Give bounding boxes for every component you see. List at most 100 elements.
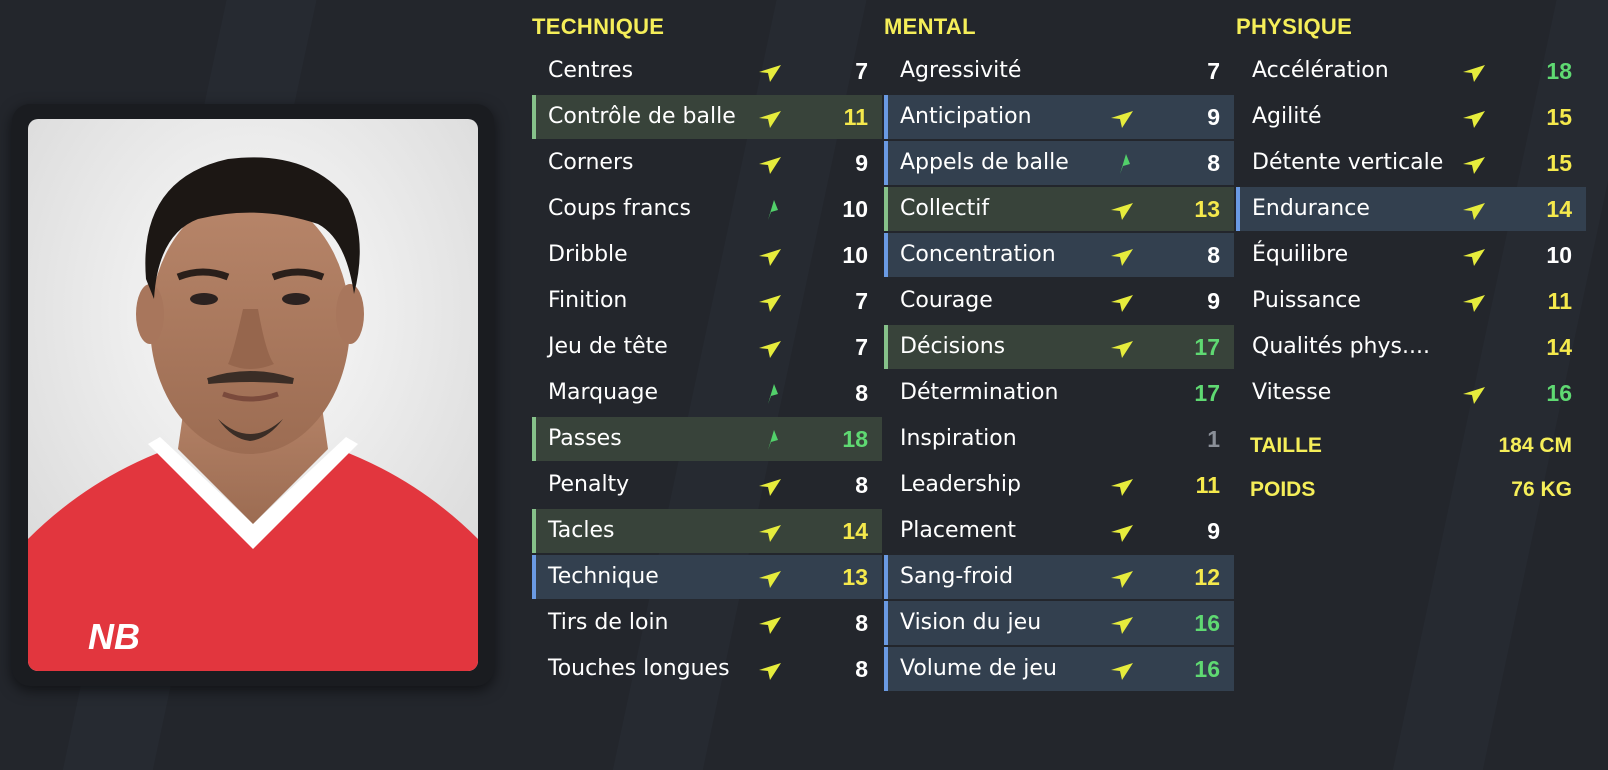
attribute-label: Corners [548,150,634,175]
attribute-row[interactable]: Leadership 11 [884,463,1234,507]
attribute-row[interactable]: Détente verticale 15 [1236,141,1586,185]
attribute-row[interactable]: Marquage 8 [532,371,882,415]
attribute-label: Vitesse [1252,380,1332,405]
trend-up-right-icon [759,341,781,358]
trend-up-right-icon [759,479,781,496]
trend-up-right-icon [759,249,781,266]
player-portrait-image: NB [28,119,478,671]
attribute-row[interactable]: Détermination 17 [884,371,1234,415]
attribute-label: Inspiration [900,426,1017,451]
attribute-row[interactable]: Collectif 13 [884,187,1234,231]
attribute-label: Équilibre [1252,242,1349,267]
attribute-label: Penalty [548,472,630,497]
attribute-row[interactable]: Décisions 17 [884,325,1234,369]
attribute-value: 7 [1207,58,1220,84]
trend-up-right-icon [1463,157,1485,174]
attribute-label: Touches longues [548,656,730,681]
attribute-label: Courage [900,288,993,313]
weight-label: POIDS [1250,478,1316,501]
attribute-value: 8 [1207,150,1220,176]
trend-up-right-icon [759,65,781,82]
height-value: 184 CM [1498,434,1572,457]
attribute-row[interactable]: Finition 7 [532,279,882,323]
attribute-row[interactable]: Inspiration 1 [884,417,1234,461]
attribute-value: 15 [1546,150,1572,176]
trend-up-right-icon [1111,663,1133,680]
attribute-value: 8 [855,656,868,682]
trend-up-right-icon [1463,295,1485,312]
trend-up-right-icon [1111,249,1133,266]
trend-up-right-icon [1463,387,1485,404]
attribute-row[interactable]: Appels de balle 8 [884,141,1234,185]
attribute-value: 8 [855,472,868,498]
attribute-label: Agressivité [900,58,1022,83]
trend-up-right-icon [759,157,781,174]
attribute-label: Technique [548,564,659,589]
attribute-row[interactable]: Endurance 14 [1236,187,1586,231]
attribute-row[interactable]: Vision du jeu 16 [884,601,1234,645]
attribute-label: Appels de balle [900,150,1069,175]
trend-up-right-icon [1111,571,1133,588]
attribute-value: 9 [1207,104,1220,130]
attribute-row[interactable]: Placement 9 [884,509,1234,553]
attribute-row[interactable]: Corners 9 [532,141,882,185]
attribute-value: 14 [1546,334,1572,360]
height-row: TAILLE 184 CM [1236,428,1572,464]
attribute-row[interactable]: Sang-froid 12 [884,555,1234,599]
attribute-row[interactable]: Technique 13 [532,555,882,599]
player-photo-frame: NB [12,104,494,686]
attribute-row[interactable]: Centres 7 [532,49,882,93]
attribute-row[interactable]: Penalty 8 [532,463,882,507]
attribute-value: 16 [1194,656,1220,682]
attribute-row[interactable]: Tacles 14 [532,509,882,553]
attribute-value: 9 [1207,518,1220,544]
mental-title: MENTAL [884,14,976,39]
attribute-row[interactable]: Puissance 11 [1236,279,1586,323]
attribute-value: 18 [842,426,868,452]
attribute-row[interactable]: Concentration 8 [884,233,1234,277]
technique-title: TECHNIQUE [532,14,665,39]
attribute-label: Tacles [548,518,615,543]
attribute-label: Détente verticale [1252,150,1444,175]
attribute-value: 13 [842,564,868,590]
attribute-label: Concentration [900,242,1056,267]
trend-up-right-icon [759,525,781,542]
attribute-label: Qualités phys.... [1252,334,1430,359]
attribute-value: 11 [1195,472,1220,498]
attribute-label: Accélération [1252,58,1389,83]
attribute-row[interactable]: Courage 9 [884,279,1234,323]
attribute-row[interactable]: Qualités phys.... 14 [1236,325,1586,369]
attribute-row[interactable]: Coups francs 10 [532,187,882,231]
attribute-row[interactable]: Vitesse 16 [1236,371,1586,415]
attribute-label: Agilité [1252,104,1322,129]
attribute-row[interactable]: Volume de jeu 16 [884,647,1234,691]
attribute-value: 18 [1546,58,1572,84]
attribute-value: 15 [1546,104,1572,130]
trend-up-right-icon [1111,525,1133,542]
attribute-row[interactable]: Anticipation 9 [884,95,1234,139]
attribute-row[interactable]: Accélération 18 [1236,49,1586,93]
attribute-row[interactable]: Touches longues 8 [532,647,882,691]
attribute-row[interactable]: Passes 18 [532,417,882,461]
attribute-value: 7 [855,334,868,360]
attribute-value: 10 [842,196,868,222]
attribute-value: 16 [1194,610,1220,636]
physique-title: PHYSIQUE [1236,14,1353,39]
attribute-row[interactable]: Équilibre 10 [1236,233,1586,277]
attribute-label: Contrôle de balle [548,104,736,129]
attribute-value: 8 [855,610,868,636]
attribute-row[interactable]: Jeu de tête 7 [532,325,882,369]
attribute-row[interactable]: Dribble 10 [532,233,882,277]
attribute-row[interactable]: Tirs de loin 8 [532,601,882,645]
trend-up-right-icon [1111,617,1133,634]
attribute-label: Placement [900,518,1017,543]
attribute-row[interactable]: Agilité 15 [1236,95,1586,139]
attribute-label: Volume de jeu [900,656,1057,681]
attribute-row[interactable]: Agressivité 7 [884,49,1234,93]
trend-up-icon [768,384,778,404]
attribute-value: 16 [1546,380,1572,406]
trend-up-right-icon [1463,249,1485,266]
attribute-row[interactable]: Contrôle de balle 11 [532,95,882,139]
attribute-value: 11 [843,104,868,130]
trend-up-icon [768,430,778,450]
